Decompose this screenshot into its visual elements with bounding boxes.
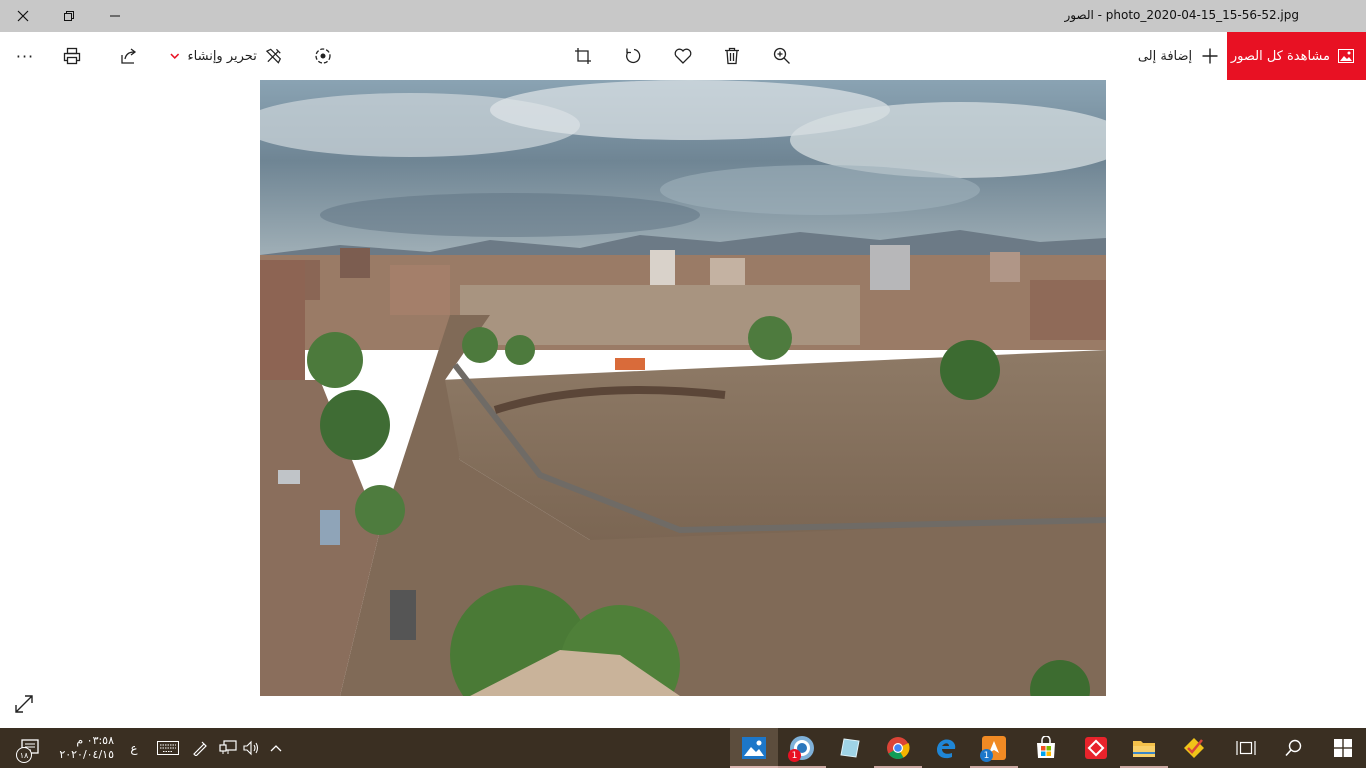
pen-icon: [193, 741, 207, 756]
rotate-button[interactable]: [617, 32, 649, 80]
minimize-icon: [110, 15, 120, 17]
notes-app-icon: [840, 738, 860, 758]
delete-button[interactable]: [716, 32, 748, 80]
print-button[interactable]: [56, 32, 88, 80]
crop-icon: [575, 48, 591, 64]
print-icon: [63, 47, 81, 65]
taskbar-app-file-explorer[interactable]: [1120, 728, 1168, 768]
clock[interactable]: ٠٣:٥٨ م ٢٠٢٠/٠٤/١٥: [52, 728, 114, 768]
clock-date: ٢٠٢٠/٠٤/١٥: [59, 748, 114, 761]
taskbar-app-notes[interactable]: [826, 728, 874, 768]
main-photo[interactable]: [260, 80, 1106, 696]
action-center-button[interactable]: ١٨: [12, 728, 46, 768]
taskbar-app-edge[interactable]: [922, 728, 970, 768]
search-icon: [1285, 739, 1302, 757]
folder-icon: [1133, 741, 1155, 757]
rotate-icon: [626, 48, 641, 64]
more-icon: ···: [15, 46, 35, 66]
pen-workspace-button[interactable]: [188, 728, 212, 768]
minimize-button[interactable]: [92, 0, 138, 32]
more-button[interactable]: ···: [8, 32, 42, 80]
touch-keyboard-button[interactable]: [154, 728, 182, 768]
add-to-button[interactable]: إضافة إلى: [1132, 32, 1224, 80]
chevron-down-icon: [170, 53, 180, 59]
show-hidden-icons-button[interactable]: [264, 728, 288, 768]
task-view-button[interactable]: [1226, 728, 1266, 768]
input-language-button[interactable]: ع: [124, 728, 144, 768]
notification-count: ١٨: [16, 747, 32, 763]
enhance-button[interactable]: [307, 32, 339, 80]
search-button[interactable]: [1274, 728, 1314, 768]
taskbar: ١٨ ٠٣:٥٨ م ٢٠٢٠/٠٤/١٥ ع 1 1: [0, 728, 1366, 768]
taskbar-app-chrome[interactable]: [874, 728, 922, 768]
flooded-city-photo: [260, 80, 1106, 696]
zoom-button[interactable]: [766, 32, 798, 80]
restore-icon: [64, 11, 74, 21]
view-all-photos-button[interactable]: مشاهدة كل الصور: [1227, 32, 1366, 80]
clock-time: ٠٣:٥٨ م: [76, 734, 114, 747]
edit-create-button[interactable]: تحرير وإنشاء: [170, 32, 282, 80]
chrome-icon: [887, 737, 910, 759]
edit-icon: [265, 48, 281, 64]
checkmark-app-icon: [1184, 738, 1204, 758]
title-bar: الصور - photo_2020-04-15_15-56-52.jpg: [0, 0, 1366, 32]
expand-icon: [15, 695, 33, 713]
chevron-up-icon: [270, 745, 282, 752]
photos-icon: [1338, 49, 1354, 63]
favorite-button[interactable]: [667, 32, 699, 80]
network-button[interactable]: [216, 728, 240, 768]
close-icon: [17, 10, 29, 22]
notification-badge: 1: [980, 749, 993, 762]
view-all-photos-label: مشاهدة كل الصور: [1230, 48, 1330, 64]
add-to-label: إضافة إلى: [1137, 48, 1193, 64]
notification-badge: 1: [788, 749, 801, 762]
network-icon: [219, 740, 237, 754]
photos-app-icon: [742, 737, 766, 759]
windows-logo-icon: [1334, 739, 1352, 757]
store-icon: [1037, 736, 1055, 758]
trash-icon: [725, 47, 739, 65]
edit-create-label: تحرير وإنشاء: [187, 48, 257, 64]
restore-button[interactable]: [46, 0, 92, 32]
toolbar: ··· تحرير وإنشاء إضافة إلى: [0, 32, 1366, 80]
enhance-icon: [315, 48, 331, 64]
heart-icon: [674, 48, 692, 64]
crop-button[interactable]: [567, 32, 599, 80]
taskbar-app-store[interactable]: [1022, 728, 1070, 768]
start-button[interactable]: [1320, 728, 1366, 768]
taskbar-app-tasks[interactable]: [1170, 728, 1218, 768]
taskbar-app-messenger[interactable]: 1: [778, 728, 826, 768]
input-language: ع: [130, 741, 138, 755]
close-button[interactable]: [0, 0, 46, 32]
remote-app-icon: [1085, 737, 1107, 759]
plus-icon: [1202, 48, 1218, 64]
volume-button[interactable]: [240, 728, 262, 768]
window-title: الصور - photo_2020-04-15_15-56-52.jpg: [1064, 8, 1299, 22]
fullscreen-button[interactable]: [10, 690, 38, 718]
edge-icon: [937, 739, 956, 759]
task-view-icon: [1236, 741, 1256, 755]
volume-icon: [243, 740, 259, 756]
share-button[interactable]: [113, 32, 145, 80]
share-icon: [121, 48, 137, 64]
taskbar-app-rocket[interactable]: 1: [970, 728, 1018, 768]
taskbar-app-photos[interactable]: [730, 728, 778, 768]
zoom-in-icon: [773, 47, 790, 64]
keyboard-icon: [157, 741, 179, 755]
taskbar-app-anydesk[interactable]: [1072, 728, 1120, 768]
